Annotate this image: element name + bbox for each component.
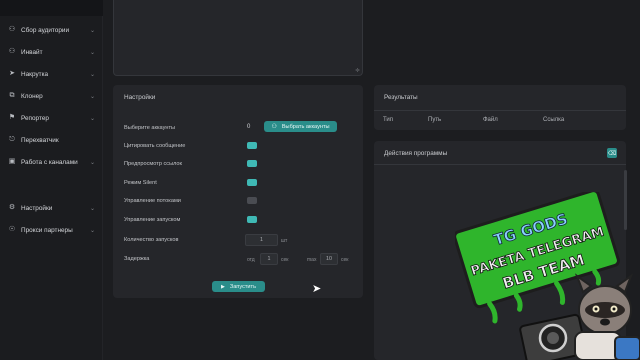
intercept-icon: ⎋ <box>9 136 15 143</box>
message-textarea[interactable]: ≑ <box>113 0 363 76</box>
chevron-down-icon: ⌄ <box>89 93 95 100</box>
mouse-cursor-icon: ➤ <box>312 283 322 295</box>
sidebar-item-label: Клонер <box>21 92 43 100</box>
gear-icon: ⚙ <box>8 204 16 211</box>
sidebar-item-settings[interactable]: ⚙ Настройки ⌄ <box>0 199 103 217</box>
play-icon: ▶ <box>220 283 225 290</box>
results-card <box>374 85 626 130</box>
actions-title: Действия программы <box>384 150 448 157</box>
chevron-down-icon: ⌄ <box>89 49 95 56</box>
sidebar-item-interceptor[interactable]: ⎋ Перехватчик <box>0 131 103 149</box>
resize-grip-icon[interactable]: ≑ <box>355 67 360 74</box>
toggle-label-quote: Цитировать сообщение <box>124 143 186 149</box>
delay-max-input[interactable]: 10 <box>320 253 338 265</box>
chevron-down-icon: ⌄ <box>89 205 95 212</box>
chevron-down-icon: ⌄ <box>89 227 95 234</box>
proxy-icon: ☉ <box>8 226 16 233</box>
delay-label: Задержка <box>124 256 150 262</box>
folder-icon: ▣ <box>8 158 16 165</box>
delay-min-prefix: отд <box>247 257 255 263</box>
chevron-down-icon: ⌄ <box>89 71 95 78</box>
results-title: Результаты <box>384 94 418 101</box>
quote-message-toggle[interactable] <box>247 142 257 149</box>
results-col-path[interactable]: Путь <box>428 117 441 123</box>
select-accounts-button[interactable]: ⚇ Выбрать аккаунты <box>264 121 337 132</box>
sidebar: ⚇ Сбор аудитории ⌄ ⚇ Инвайт ⌄ ➤ Накрутка… <box>0 16 103 360</box>
delay-min-input[interactable]: 1 <box>260 253 278 265</box>
toggle-label-launch: Управление запуском <box>124 217 181 223</box>
select-accounts-button-label: Выбрать аккаунты <box>281 123 330 130</box>
results-col-type[interactable]: Тип <box>383 117 393 123</box>
delay-max-unit: сек <box>341 257 349 263</box>
sidebar-item-label: Прокси партнеры <box>21 226 73 234</box>
chevron-down-icon: ⌄ <box>89 27 95 34</box>
accounts-count: 0 <box>247 124 251 130</box>
toggle-label-threads: Управление потоками <box>124 198 181 204</box>
sidebar-item-audience[interactable]: ⚇ Сбор аудитории ⌄ <box>0 21 103 39</box>
link-preview-toggle[interactable] <box>247 160 257 167</box>
sidebar-item-label: Накрутка <box>21 70 49 78</box>
launch-count-label: Количество запусков <box>124 237 179 243</box>
sidebar-item-channels[interactable]: ▣ Работа с каналами ⌄ <box>0 153 103 171</box>
sidebar-item-proxy[interactable]: ☉ Прокси партнеры ⌄ <box>0 221 103 239</box>
settings-card <box>113 85 363 298</box>
sidebar-item-label: Перехватчик <box>21 136 59 144</box>
toggle-label-preview: Предпросмотр ссылок <box>124 161 182 167</box>
settings-title: Настройки <box>124 94 156 101</box>
sidebar-item-label: Сбор аудитории <box>21 26 70 34</box>
sidebar-item-label: Инвайт <box>21 48 43 56</box>
clone-icon: ⧉ <box>9 92 15 99</box>
sidebar-item-boost[interactable]: ➤ Накрутка ⌄ <box>0 65 103 83</box>
launch-count-unit: шт <box>281 238 288 244</box>
users-icon: ⚇ <box>8 26 16 33</box>
start-button-label: Запустить <box>229 283 257 290</box>
sidebar-item-label: Настройки <box>21 204 53 212</box>
send-icon: ➤ <box>9 70 15 77</box>
user-plus-icon: ⚇ <box>8 48 16 55</box>
sidebar-item-invite[interactable]: ⚇ Инвайт ⌄ <box>0 43 103 61</box>
silent-mode-toggle[interactable] <box>247 179 257 186</box>
delay-max-prefix: max <box>307 257 317 263</box>
launch-control-toggle[interactable] <box>247 216 257 223</box>
app-window: ⚇ Сбор аудитории ⌄ ⚇ Инвайт ⌄ ➤ Накрутка… <box>0 0 640 360</box>
toggle-label-silent: Режим Silent <box>124 180 157 186</box>
trash-icon[interactable]: ⌫ <box>607 148 617 158</box>
sidebar-item-cloner[interactable]: ⧉ Клонер ⌄ <box>0 87 103 105</box>
sidebar-item-reporter[interactable]: ⚑ Репортер ⌄ <box>0 109 103 127</box>
delay-min-unit: сек <box>281 257 289 263</box>
users-icon: ⚇ <box>271 124 277 130</box>
results-col-link[interactable]: Ссылка <box>543 117 564 123</box>
select-accounts-label: Выберите аккаунты <box>124 125 176 131</box>
actions-divider <box>374 164 626 165</box>
chevron-down-icon: ⌄ <box>89 115 95 122</box>
thread-control-toggle[interactable] <box>247 197 257 204</box>
results-col-file[interactable]: Файл <box>483 117 498 123</box>
sidebar-item-label: Репортер <box>21 114 49 122</box>
tg-gods-sticker: TG GODS PAKETA TELEGRAM BLB TEAM <box>455 192 640 360</box>
launch-count-input[interactable]: 1 <box>245 234 278 246</box>
flag-icon: ⚑ <box>8 114 16 121</box>
chevron-down-icon: ⌄ <box>89 159 95 166</box>
start-button[interactable]: ▶ Запустить <box>212 281 265 292</box>
sidebar-item-label: Работа с каналами <box>21 158 78 166</box>
results-divider <box>374 110 626 111</box>
